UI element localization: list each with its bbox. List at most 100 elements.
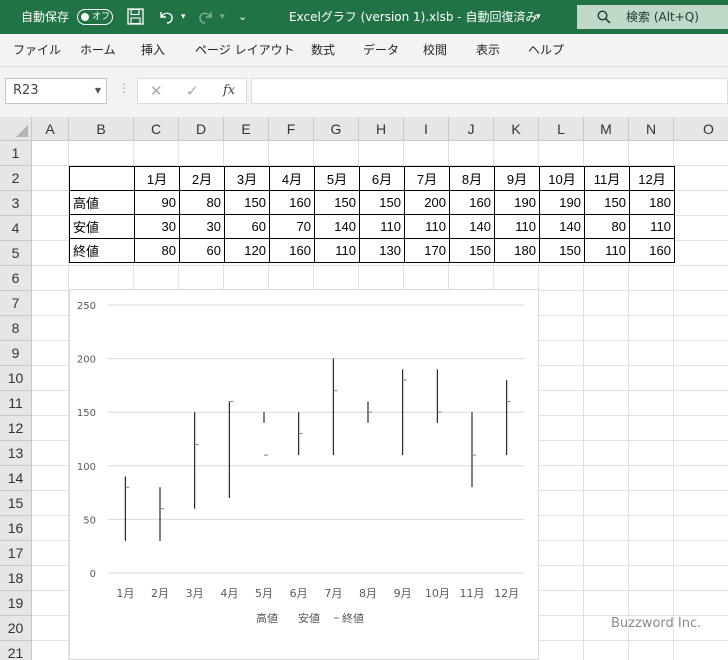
column-header-i[interactable]: I	[404, 117, 449, 141]
value-cell[interactable]: 150	[359, 190, 405, 215]
value-cell[interactable]: 140	[314, 214, 360, 239]
name-box[interactable]: R23 ▼	[5, 78, 107, 104]
column-header-e[interactable]: E	[224, 117, 269, 141]
row-label-cell[interactable]: 安値	[69, 214, 135, 239]
tab-page-layout[interactable]: ページ レイアウト	[195, 34, 295, 66]
value-cell[interactable]: 80	[584, 214, 630, 239]
value-cell[interactable]: 110	[404, 214, 450, 239]
value-cell[interactable]: 110	[584, 238, 630, 263]
value-cell[interactable]: 60	[179, 238, 225, 263]
customize-qat-icon[interactable]: ⌄	[238, 0, 247, 34]
month-header-cell[interactable]: 4月	[269, 166, 315, 191]
column-header-c[interactable]: C	[134, 117, 179, 141]
column-header-l[interactable]: L	[539, 117, 584, 141]
month-header-cell[interactable]: 8月	[449, 166, 495, 191]
tab-data[interactable]: データ	[363, 34, 399, 66]
value-cell[interactable]: 180	[494, 238, 540, 263]
value-cell[interactable]: 160	[269, 190, 315, 215]
month-header-cell[interactable]: 11月	[584, 166, 630, 191]
value-cell[interactable]: 150	[584, 190, 630, 215]
undo-icon[interactable]	[156, 8, 176, 26]
month-header-cell[interactable]: 12月	[629, 166, 675, 191]
month-header-cell[interactable]: 2月	[179, 166, 225, 191]
cancel-icon[interactable]: ✕	[150, 79, 163, 103]
value-cell[interactable]: 30	[134, 214, 180, 239]
row-header-4[interactable]: 4	[0, 216, 32, 241]
value-cell[interactable]: 160	[269, 238, 315, 263]
value-cell[interactable]: 110	[494, 214, 540, 239]
row-header-19[interactable]: 19	[0, 591, 32, 616]
value-cell[interactable]: 140	[539, 214, 585, 239]
month-header-cell[interactable]: 6月	[359, 166, 405, 191]
month-header-cell[interactable]: 9月	[494, 166, 540, 191]
value-cell[interactable]: 110	[629, 214, 675, 239]
month-header-cell[interactable]: 10月	[539, 166, 585, 191]
month-header-cell[interactable]: 3月	[224, 166, 270, 191]
month-header-cell[interactable]: 7月	[404, 166, 450, 191]
row-header-21[interactable]: 21	[0, 641, 32, 660]
tab-home[interactable]: ホーム	[80, 34, 116, 66]
row-header-20[interactable]: 20	[0, 616, 32, 641]
name-box-dropdown-icon[interactable]: ▼	[95, 79, 101, 103]
value-cell[interactable]: 130	[359, 238, 405, 263]
more-options-icon[interactable]: ⋮	[118, 81, 130, 95]
row-header-2[interactable]: 2	[0, 166, 32, 191]
search-box[interactable]: 検索 (Alt+Q)	[577, 5, 728, 29]
value-cell[interactable]: 170	[404, 238, 450, 263]
select-all-button[interactable]	[0, 117, 32, 141]
row-header-16[interactable]: 16	[0, 516, 32, 541]
column-header-n[interactable]: N	[629, 117, 674, 141]
value-cell[interactable]: 190	[539, 190, 585, 215]
month-header-cell[interactable]: 5月	[314, 166, 360, 191]
row-label-cell[interactable]: 終値	[69, 238, 135, 263]
value-cell[interactable]: 30	[179, 214, 225, 239]
row-header-9[interactable]: 9	[0, 341, 32, 366]
value-cell[interactable]: 110	[314, 238, 360, 263]
tab-formulas[interactable]: 数式	[311, 34, 335, 66]
value-cell[interactable]: 150	[224, 190, 270, 215]
value-cell[interactable]: 200	[404, 190, 450, 215]
worksheet-grid[interactable]: A B C D E F G H I J K L M N O 1 2 3 4 5 …	[0, 117, 728, 660]
tab-file[interactable]: ファイル	[13, 34, 61, 66]
stock-chart[interactable]: 0 50 100 150 200 250 1月 2月 3月 4月 5月 6月 7月 8月 9月 10月 11月 1…	[69, 289, 539, 660]
row-header-11[interactable]: 11	[0, 391, 32, 416]
undo-dropdown-icon[interactable]: ▾	[181, 0, 186, 34]
value-cell[interactable]: 160	[449, 190, 495, 215]
table-cell[interactable]	[69, 166, 135, 191]
row-header-3[interactable]: 3	[0, 191, 32, 216]
row-header-14[interactable]: 14	[0, 466, 32, 491]
value-cell[interactable]: 60	[224, 214, 270, 239]
column-header-o[interactable]: O	[674, 117, 728, 141]
column-header-k[interactable]: K	[494, 117, 539, 141]
value-cell[interactable]: 150	[539, 238, 585, 263]
column-header-h[interactable]: H	[359, 117, 404, 141]
value-cell[interactable]: 70	[269, 214, 315, 239]
value-cell[interactable]: 120	[224, 238, 270, 263]
row-header-10[interactable]: 10	[0, 366, 32, 391]
formula-input[interactable]	[251, 78, 728, 104]
row-header-12[interactable]: 12	[0, 416, 32, 441]
row-header-15[interactable]: 15	[0, 491, 32, 516]
row-header-6[interactable]: 6	[0, 266, 32, 291]
row-label-cell[interactable]: 高値	[69, 190, 135, 215]
row-header-5[interactable]: 5	[0, 241, 32, 266]
row-header-1[interactable]: 1	[0, 141, 32, 166]
title-dropdown-icon[interactable]: ▾	[536, 0, 541, 34]
tab-insert[interactable]: 挿入	[141, 34, 165, 66]
row-header-7[interactable]: 7	[0, 291, 32, 316]
row-header-13[interactable]: 13	[0, 441, 32, 466]
value-cell[interactable]: 140	[449, 214, 495, 239]
tab-review[interactable]: 校閲	[423, 34, 447, 66]
save-icon[interactable]	[126, 8, 146, 26]
data-table[interactable]: 1月 2月 3月 4月 5月 6月 7月 8月 9月 10月 11月 12月 高…	[69, 166, 675, 263]
row-header-8[interactable]: 8	[0, 316, 32, 341]
column-header-m[interactable]: M	[584, 117, 629, 141]
value-cell[interactable]: 80	[179, 190, 225, 215]
row-header-18[interactable]: 18	[0, 566, 32, 591]
tab-view[interactable]: 表示	[476, 34, 500, 66]
column-header-a[interactable]: A	[32, 117, 69, 141]
value-cell[interactable]: 180	[629, 190, 675, 215]
insert-function-icon[interactable]: fx	[223, 79, 235, 103]
column-header-f[interactable]: F	[269, 117, 314, 141]
value-cell[interactable]: 190	[494, 190, 540, 215]
